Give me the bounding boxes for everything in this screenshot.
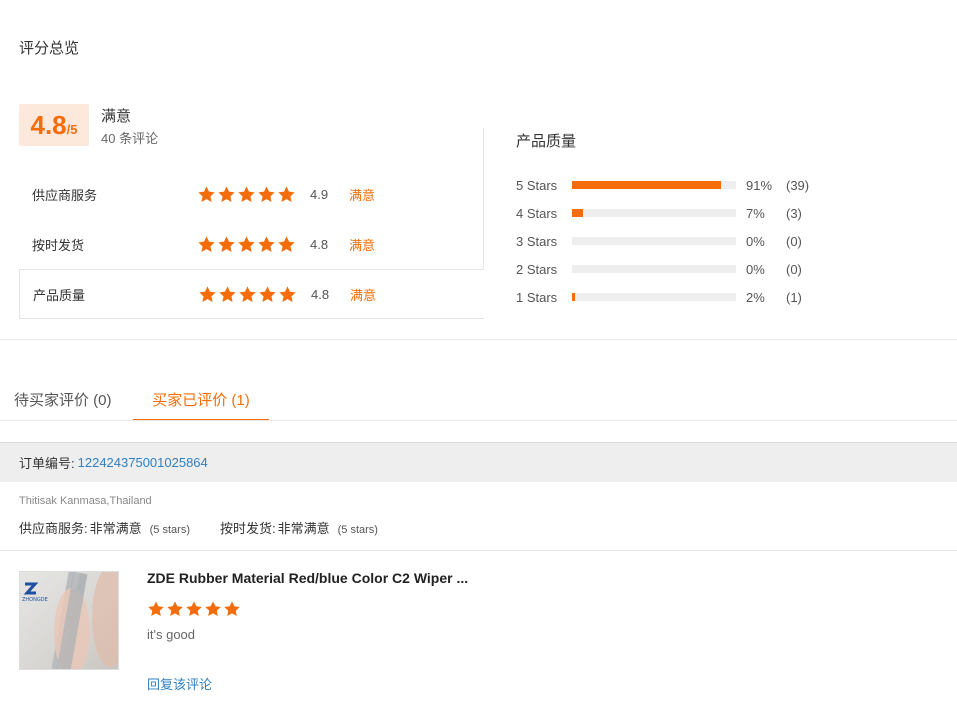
dist-row: 4 Stars 7% (3): [516, 203, 826, 223]
rating-score: 4.9: [310, 186, 329, 202]
rating-name: 按时发货: [32, 237, 85, 253]
dist-bar: [572, 293, 736, 301]
star-icon: [197, 235, 216, 254]
dist-row: 1 Stars 2% (1): [516, 287, 826, 307]
logo-text: ZHONGDE: [22, 597, 48, 603]
dist-label: 4 Stars: [516, 205, 558, 221]
supplier-rating-stars: (5 stars): [149, 524, 190, 536]
star-icon: [198, 285, 217, 304]
star-icon: [185, 600, 203, 618]
dist-count: (3): [786, 205, 802, 221]
dist-bar: [572, 209, 736, 217]
score-badge: 4.8 /5: [19, 104, 89, 146]
dist-percent: 0%: [746, 261, 765, 277]
dist-count: (0): [786, 261, 802, 277]
dist-percent: 91%: [746, 177, 773, 193]
rating-row-quality[interactable]: 产品质量 4.8 满意: [19, 269, 484, 319]
star-icon: [257, 185, 276, 204]
dist-row: 2 Stars 0% (0): [516, 259, 826, 279]
rating-stars: [198, 285, 297, 304]
rating-stars: [197, 185, 296, 204]
score-value: 4.8: [30, 110, 67, 140]
section-divider: [0, 550, 957, 551]
dist-percent: 0%: [746, 233, 765, 249]
star-icon: [237, 185, 256, 204]
order-number-link[interactable]: 122424375001025864: [78, 455, 208, 470]
tabs-underline: [0, 420, 957, 421]
section-divider: [0, 339, 957, 340]
star-icon: [217, 185, 236, 204]
product-thumbnail[interactable]: ZHONGDE: [19, 571, 119, 670]
dist-count: (1): [786, 289, 802, 305]
star-icon: [204, 600, 222, 618]
rating-score: 4.8: [310, 236, 329, 252]
rating-name: 产品质量: [33, 287, 86, 303]
star-icon: [147, 600, 165, 618]
review-count: 40 条评论: [101, 131, 159, 146]
dist-bar: [572, 237, 736, 245]
rating-row-shipping[interactable]: 按时发货 4.8 满意: [19, 219, 484, 269]
dist-count: (0): [786, 233, 802, 249]
star-icon: [217, 235, 236, 254]
rating-text: 满意: [350, 287, 377, 303]
dist-label: 5 Stars: [516, 177, 558, 193]
star-icon: [277, 235, 296, 254]
star-icon: [257, 235, 276, 254]
tab-pending-reviews[interactable]: 待买家评价 (0): [14, 389, 112, 421]
dist-label: 1 Stars: [516, 289, 558, 305]
buyer-ratings: 供应商服务: 非常满意 (5 stars) 按时发货: 非常满意 (5 star…: [19, 518, 378, 537]
score-max: /5: [66, 122, 78, 137]
star-icon: [278, 285, 297, 304]
order-label: 订单编号:: [19, 456, 75, 471]
rating-text: 满意: [349, 237, 376, 253]
logo-icon: [23, 582, 39, 595]
star-icon: [197, 185, 216, 204]
rating-row-supplier[interactable]: 供应商服务 4.9 满意: [19, 169, 484, 219]
shipping-rating-stars: (5 stars): [337, 524, 378, 536]
reply-review-link[interactable]: 回复该评论: [147, 674, 212, 693]
buyer-name: Thitisak Kanmasa,Thailand: [19, 495, 152, 507]
order-bar: 订单编号: 122424375001025864: [0, 442, 957, 482]
supplier-rating-label: 供应商服务:: [19, 521, 88, 536]
product-image: ZHONGDE: [22, 572, 118, 669]
star-icon: [223, 600, 241, 618]
supplier-rating-value: 非常满意: [89, 521, 142, 536]
dist-fill: [572, 293, 576, 301]
score-label: 满意: [101, 108, 132, 125]
dist-count: (39): [786, 177, 810, 193]
dist-percent: 7%: [746, 205, 765, 221]
shipping-rating-label: 按时发货:: [219, 521, 276, 536]
shipping-rating-value: 非常满意: [277, 521, 330, 536]
star-icon: [238, 285, 257, 304]
review-stars: [147, 600, 241, 618]
product-title-link[interactable]: ZDE Rubber Material Red/blue Color C2 Wi…: [147, 570, 487, 586]
dist-label: 2 Stars: [516, 261, 558, 277]
star-icon: [258, 285, 277, 304]
review-text: it's good: [147, 627, 196, 642]
rating-text: 满意: [349, 187, 376, 203]
dist-fill: [572, 181, 722, 189]
star-icon: [166, 600, 184, 618]
star-icon: [237, 235, 256, 254]
dist-row: 5 Stars 91% (39): [516, 175, 826, 195]
star-icon: [218, 285, 237, 304]
dist-percent: 2%: [746, 289, 765, 305]
rating-name: 供应商服务: [32, 187, 98, 203]
quality-title: 产品质量: [516, 133, 577, 150]
section-title: 评分总览: [19, 40, 80, 57]
dist-bar: [572, 265, 736, 273]
rating-stars: [197, 235, 296, 254]
dist-label: 3 Stars: [516, 233, 558, 249]
star-icon: [277, 185, 296, 204]
dist-fill: [572, 209, 584, 217]
dist-row: 3 Stars 0% (0): [516, 231, 826, 251]
rating-score: 4.8: [311, 286, 330, 302]
dist-bar: [572, 181, 736, 189]
tab-completed-reviews[interactable]: 买家已评价 (1): [133, 389, 269, 421]
